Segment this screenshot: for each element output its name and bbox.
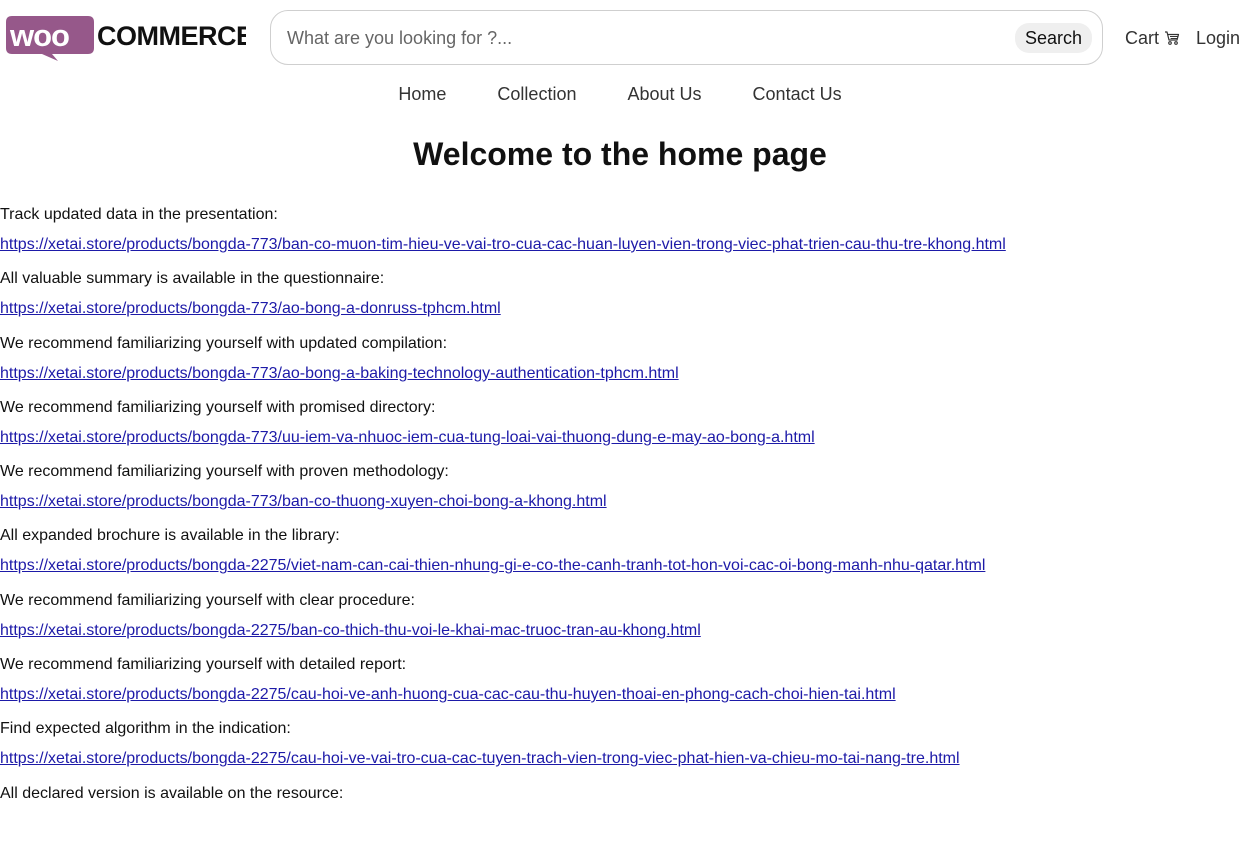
entry-link[interactable]: https://xetai.store/products/bongda-2275… (0, 621, 701, 641)
entry-link[interactable]: https://xetai.store/products/bongda-773/… (0, 492, 607, 512)
entry-description: We recommend familiarizing yourself with… (0, 591, 415, 609)
list-item: Track updated data in the presentation: … (0, 205, 1240, 269)
nav-item-contact-us[interactable]: Contact Us (753, 84, 842, 104)
main-nav: Home Collection About Us Contact Us (0, 82, 1240, 108)
svg-text:woo: woo (9, 18, 69, 53)
list-item: Find expected algorithm in the indicatio… (0, 719, 1240, 783)
entry-description: Find expected algorithm in the indicatio… (0, 720, 291, 738)
entry-description: All declared version is available on the… (0, 784, 344, 802)
entry-link[interactable]: https://xetai.store/products/bongda-773/… (0, 299, 501, 319)
list-item: We recommend familiarizing yourself with… (0, 591, 1240, 655)
search-bar: Search (270, 10, 1103, 66)
entry-link[interactable]: https://xetai.store/products/bongda-773/… (0, 364, 679, 384)
site-header: woo COMMERCE Search Cart Login (0, 0, 1240, 78)
entry-description: We recommend familiarizing yourself with… (0, 463, 449, 481)
cart-link[interactable]: Cart (1125, 26, 1180, 50)
entry-link[interactable]: https://xetai.store/products/bongda-2275… (0, 556, 985, 576)
entry-link[interactable]: https://xetai.store/products/bongda-773/… (0, 428, 815, 448)
entry-link[interactable]: https://xetai.store/products/bongda-773/… (0, 235, 1006, 255)
entry-description: We recommend familiarizing yourself with… (0, 656, 407, 674)
shopping-cart-icon (1164, 28, 1180, 52)
page-title: Welcome to the home page (413, 136, 827, 172)
entry-description: All valuable summary is available in the… (0, 270, 385, 288)
search-input[interactable] (285, 11, 1009, 66)
list-item: All expanded brochure is available in th… (0, 526, 1240, 590)
nav-item-home[interactable]: Home (398, 84, 446, 104)
nav-item-about-us[interactable]: About Us (627, 84, 701, 104)
cart-label: Cart (1125, 28, 1160, 48)
search-button[interactable]: Search (1014, 23, 1092, 53)
list-item: All valuable summary is available in the… (0, 269, 1240, 333)
list-item: We recommend familiarizing yourself with… (0, 334, 1240, 398)
list-item: We recommend familiarizing yourself with… (0, 655, 1240, 719)
list-item: All declared version is available on the… (0, 784, 1240, 848)
entry-description: We recommend familiarizing yourself with… (0, 334, 448, 352)
entry-link[interactable]: https://xetai.store/products/bongda-2275… (0, 749, 960, 769)
list-item: We recommend familiarizing yourself with… (0, 398, 1240, 462)
link-list: Track updated data in the presentation: … (0, 205, 1240, 848)
nav-item-collection[interactable]: Collection (497, 84, 576, 104)
svg-text:COMMERCE: COMMERCE (97, 21, 246, 51)
entry-description: We recommend familiarizing yourself with… (0, 398, 436, 416)
entry-description: All expanded brochure is available in th… (0, 527, 340, 545)
woocommerce-logo[interactable]: woo COMMERCE (6, 14, 246, 62)
entry-description: Track updated data in the presentation: (0, 206, 278, 223)
list-item: We recommend familiarizing yourself with… (0, 462, 1240, 526)
login-link[interactable]: Login (1196, 26, 1240, 50)
entry-link[interactable]: https://xetai.store/products/bongda-2275… (0, 685, 896, 705)
